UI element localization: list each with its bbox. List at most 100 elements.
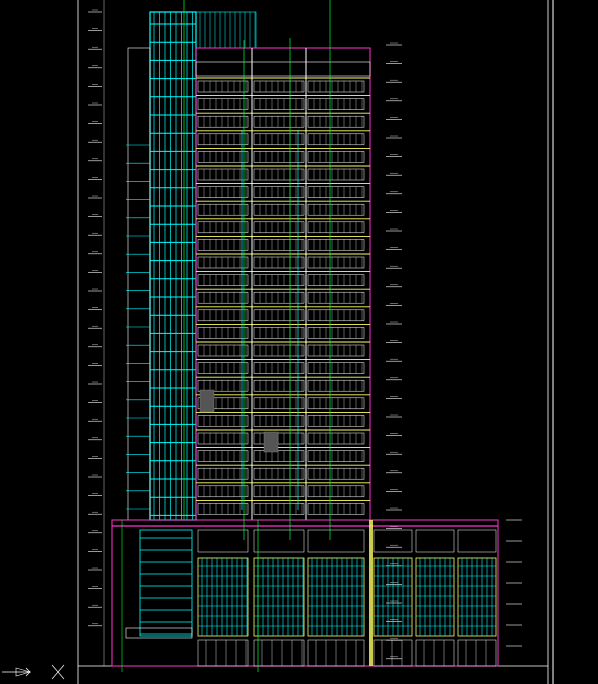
tower-window xyxy=(307,133,365,146)
left-elevation-dimension-ticks xyxy=(88,0,105,666)
tower-window xyxy=(307,432,365,445)
tower-window xyxy=(197,274,249,286)
tower-window xyxy=(307,415,365,427)
podium-storefront xyxy=(197,557,249,637)
tower-window xyxy=(307,503,365,515)
tower-window xyxy=(197,115,249,128)
tower-window xyxy=(253,485,305,498)
tower-window xyxy=(253,379,305,392)
tower-window xyxy=(197,362,249,374)
tower-window xyxy=(197,503,249,515)
tower-window xyxy=(197,467,249,480)
podium-entrance xyxy=(415,639,455,667)
tower-window xyxy=(253,133,305,146)
tower-window xyxy=(307,450,365,462)
tower-window xyxy=(197,98,249,110)
tower-window xyxy=(253,432,305,445)
tower-window xyxy=(253,415,305,427)
curtain-side-bay xyxy=(127,47,151,521)
tower-window xyxy=(253,397,305,410)
curtain-wall-outline xyxy=(149,11,197,521)
tower-window xyxy=(197,485,249,498)
podium-upper-band xyxy=(307,529,365,553)
tower-window xyxy=(253,168,305,181)
tower-window xyxy=(197,415,249,427)
tower-window xyxy=(307,467,365,480)
tower-window xyxy=(253,151,305,163)
tower-window xyxy=(253,98,305,110)
tower-window xyxy=(253,221,305,234)
tower-window xyxy=(253,450,305,462)
tower-window xyxy=(253,327,305,339)
tower-window xyxy=(307,98,365,110)
tower-facade xyxy=(195,47,371,521)
tower-window xyxy=(307,362,365,374)
podium-curtain xyxy=(139,529,193,637)
tower-window xyxy=(253,256,305,269)
podium-upper-band xyxy=(373,529,413,553)
tower-window xyxy=(253,115,305,128)
tower-window xyxy=(197,168,249,181)
podium-facade xyxy=(111,519,499,667)
podium-entrance xyxy=(253,639,305,667)
tower-window xyxy=(253,503,305,515)
tower-window xyxy=(253,80,305,93)
grid-axis-lines xyxy=(121,0,331,672)
tower-window xyxy=(253,186,305,198)
tower-window xyxy=(307,239,365,251)
podium-upper-band xyxy=(457,529,497,553)
arrow-marker-icon xyxy=(2,667,32,677)
tower-window xyxy=(307,203,365,216)
tower-window xyxy=(253,291,305,304)
tower-window xyxy=(307,256,365,269)
balcony-panel xyxy=(263,431,279,453)
tower-window xyxy=(197,291,249,304)
tower-window xyxy=(253,467,305,480)
tower-window xyxy=(197,80,249,93)
tower-window xyxy=(197,133,249,146)
podium-canopy xyxy=(125,627,193,639)
tower-window xyxy=(197,344,249,357)
podium-storefront xyxy=(253,557,305,637)
podium-upper-band xyxy=(253,529,305,553)
podium-upper-band xyxy=(197,529,249,553)
tower-window xyxy=(307,151,365,163)
tower-window xyxy=(253,309,305,322)
tower-window xyxy=(253,362,305,374)
tower-parapet xyxy=(195,61,371,77)
tower-window xyxy=(197,186,249,198)
tower-window xyxy=(197,221,249,234)
tower-window xyxy=(197,309,249,322)
tower-window xyxy=(197,239,249,251)
cross-marker-icon xyxy=(51,664,65,680)
tower-window xyxy=(197,327,249,339)
tower-window xyxy=(307,274,365,286)
tower-window xyxy=(307,115,365,128)
tower-window xyxy=(307,379,365,392)
tower-window xyxy=(253,239,305,251)
tower-window xyxy=(307,80,365,93)
tower-window xyxy=(197,151,249,163)
tower-window xyxy=(307,485,365,498)
tower-window xyxy=(307,291,365,304)
cad-elevation-canvas[interactable] xyxy=(0,0,598,684)
balcony-panel xyxy=(199,389,215,413)
tower-window xyxy=(253,203,305,216)
tower-window xyxy=(197,450,249,462)
tower-window xyxy=(197,203,249,216)
tower-window xyxy=(307,397,365,410)
podium-upper-band xyxy=(415,529,455,553)
tower-window xyxy=(253,344,305,357)
tower-window xyxy=(307,327,365,339)
tower-window xyxy=(253,274,305,286)
tower-window xyxy=(307,309,365,322)
tower-window xyxy=(307,221,365,234)
tower-window xyxy=(197,256,249,269)
podium-entrance xyxy=(457,639,497,667)
tower-window xyxy=(307,168,365,181)
tower-window xyxy=(197,379,249,392)
podium-entrance xyxy=(197,639,249,667)
podium-storefront xyxy=(307,557,365,637)
tower-window xyxy=(307,186,365,198)
tower-window xyxy=(197,432,249,445)
